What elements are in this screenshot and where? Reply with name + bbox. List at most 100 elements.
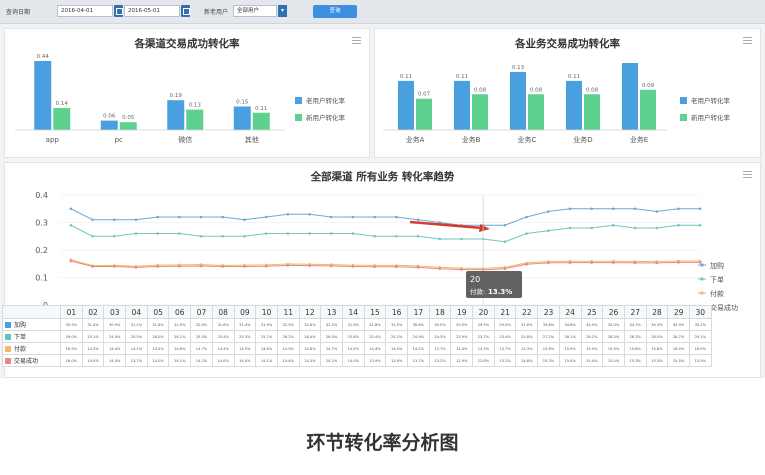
data-point[interactable] xyxy=(178,232,181,235)
data-point[interactable] xyxy=(264,215,268,219)
table-cell: 34.7% xyxy=(623,318,647,331)
data-point[interactable] xyxy=(416,266,420,269)
legend-label[interactable]: 加购 xyxy=(710,261,724,270)
data-point[interactable] xyxy=(395,234,398,238)
data-point[interactable] xyxy=(69,259,73,263)
data-point[interactable] xyxy=(373,265,376,269)
data-point[interactable] xyxy=(264,264,268,268)
data-point[interactable] xyxy=(677,261,680,264)
data-point[interactable] xyxy=(416,234,420,238)
data-point[interactable] xyxy=(525,215,528,219)
data-point[interactable] xyxy=(438,237,442,241)
data-point[interactable] xyxy=(329,215,333,219)
data-point[interactable] xyxy=(91,265,94,268)
data-point[interactable] xyxy=(395,215,398,219)
data-point[interactable] xyxy=(243,265,246,268)
data-point[interactable] xyxy=(568,261,572,264)
data-point[interactable] xyxy=(308,232,311,235)
data-point[interactable] xyxy=(134,266,138,269)
data-point[interactable] xyxy=(243,234,246,238)
legend-swatch xyxy=(5,346,11,352)
data-point[interactable] xyxy=(178,264,181,268)
data-point[interactable] xyxy=(221,234,225,238)
data-point[interactable] xyxy=(351,265,355,268)
data-point[interactable] xyxy=(655,261,659,265)
data-point[interactable] xyxy=(698,207,702,211)
data-point[interactable] xyxy=(221,215,225,219)
data-point[interactable] xyxy=(286,264,290,267)
legend-label[interactable]: 付款 xyxy=(710,289,724,298)
data-point[interactable] xyxy=(329,264,333,268)
data-point[interactable] xyxy=(698,223,702,227)
table-cell: 14.5% xyxy=(233,342,257,355)
data-point[interactable] xyxy=(590,226,593,230)
data-point[interactable] xyxy=(264,232,268,235)
data-point[interactable] xyxy=(178,215,181,219)
data-point[interactable] xyxy=(503,240,507,244)
data-point[interactable] xyxy=(546,229,550,233)
data-point[interactable] xyxy=(612,261,615,264)
data-point[interactable] xyxy=(633,207,637,211)
data-point[interactable] xyxy=(91,218,94,222)
data-point[interactable] xyxy=(221,265,225,268)
data-point[interactable] xyxy=(590,207,593,211)
data-point[interactable] xyxy=(199,215,203,219)
data-point[interactable] xyxy=(612,207,615,211)
data-point[interactable] xyxy=(460,268,463,271)
data-point[interactable] xyxy=(546,210,550,213)
data-point[interactable] xyxy=(568,207,572,211)
data-point[interactable] xyxy=(568,226,572,230)
data-point[interactable] xyxy=(112,265,116,268)
data-point[interactable] xyxy=(199,234,203,238)
data-point[interactable] xyxy=(373,234,376,238)
data-point[interactable] xyxy=(351,215,355,219)
legend-label[interactable]: 交易成功 xyxy=(710,303,738,312)
data-point[interactable] xyxy=(633,226,637,230)
data-point[interactable] xyxy=(286,212,290,216)
data-point[interactable] xyxy=(69,223,73,227)
table-cell: 31.5% xyxy=(385,318,408,331)
data-point[interactable] xyxy=(395,265,398,269)
data-point[interactable] xyxy=(503,267,507,271)
data-point[interactable] xyxy=(612,223,615,227)
data-point[interactable] xyxy=(590,261,593,264)
data-point[interactable] xyxy=(286,232,290,235)
data-point[interactable] xyxy=(329,232,333,235)
data-point[interactable] xyxy=(308,212,311,216)
data-point[interactable] xyxy=(677,223,680,227)
data-point[interactable] xyxy=(112,234,116,238)
data-point[interactable] xyxy=(655,226,659,230)
data-point[interactable] xyxy=(134,232,138,235)
data-point[interactable] xyxy=(373,215,376,219)
conversion-data-table: 01 02 03 04 05 06 07 08 09 10 11 12 13 14 15 16 17 18 19 20… xyxy=(2,305,712,367)
data-point[interactable] xyxy=(438,267,442,271)
data-point[interactable] xyxy=(156,265,159,268)
data-point[interactable] xyxy=(525,263,528,266)
data-point[interactable] xyxy=(69,207,73,211)
legend-label[interactable]: 下单 xyxy=(710,275,724,284)
table-header-day: 08 xyxy=(211,305,235,319)
data-point[interactable] xyxy=(655,210,659,213)
data-point[interactable] xyxy=(677,207,680,211)
table-cell: 14.3% xyxy=(298,354,322,367)
data-point[interactable] xyxy=(546,261,550,265)
data-point[interactable] xyxy=(156,232,159,235)
table-header-day: 29 xyxy=(667,305,690,319)
data-point[interactable] xyxy=(112,218,116,222)
data-point[interactable] xyxy=(503,223,507,227)
data-point[interactable] xyxy=(460,237,463,241)
data-point[interactable] xyxy=(633,261,637,265)
data-point[interactable] xyxy=(351,232,355,235)
data-point[interactable] xyxy=(416,218,420,222)
data-point[interactable] xyxy=(308,264,311,267)
data-point[interactable] xyxy=(525,232,528,235)
data-point[interactable] xyxy=(243,218,246,222)
data-point[interactable] xyxy=(91,234,94,238)
data-point[interactable] xyxy=(134,218,138,222)
data-point[interactable] xyxy=(199,264,203,268)
data-point[interactable] xyxy=(698,261,702,264)
table-row: 加购 35.5% 31.0% 30.9% 31.2% 31.8% 31.9% 32.0% 31.… xyxy=(2,318,712,331)
data-point[interactable] xyxy=(156,215,159,219)
table-cell: 14.4% xyxy=(103,342,127,355)
table-header-day: 27 xyxy=(623,305,647,319)
